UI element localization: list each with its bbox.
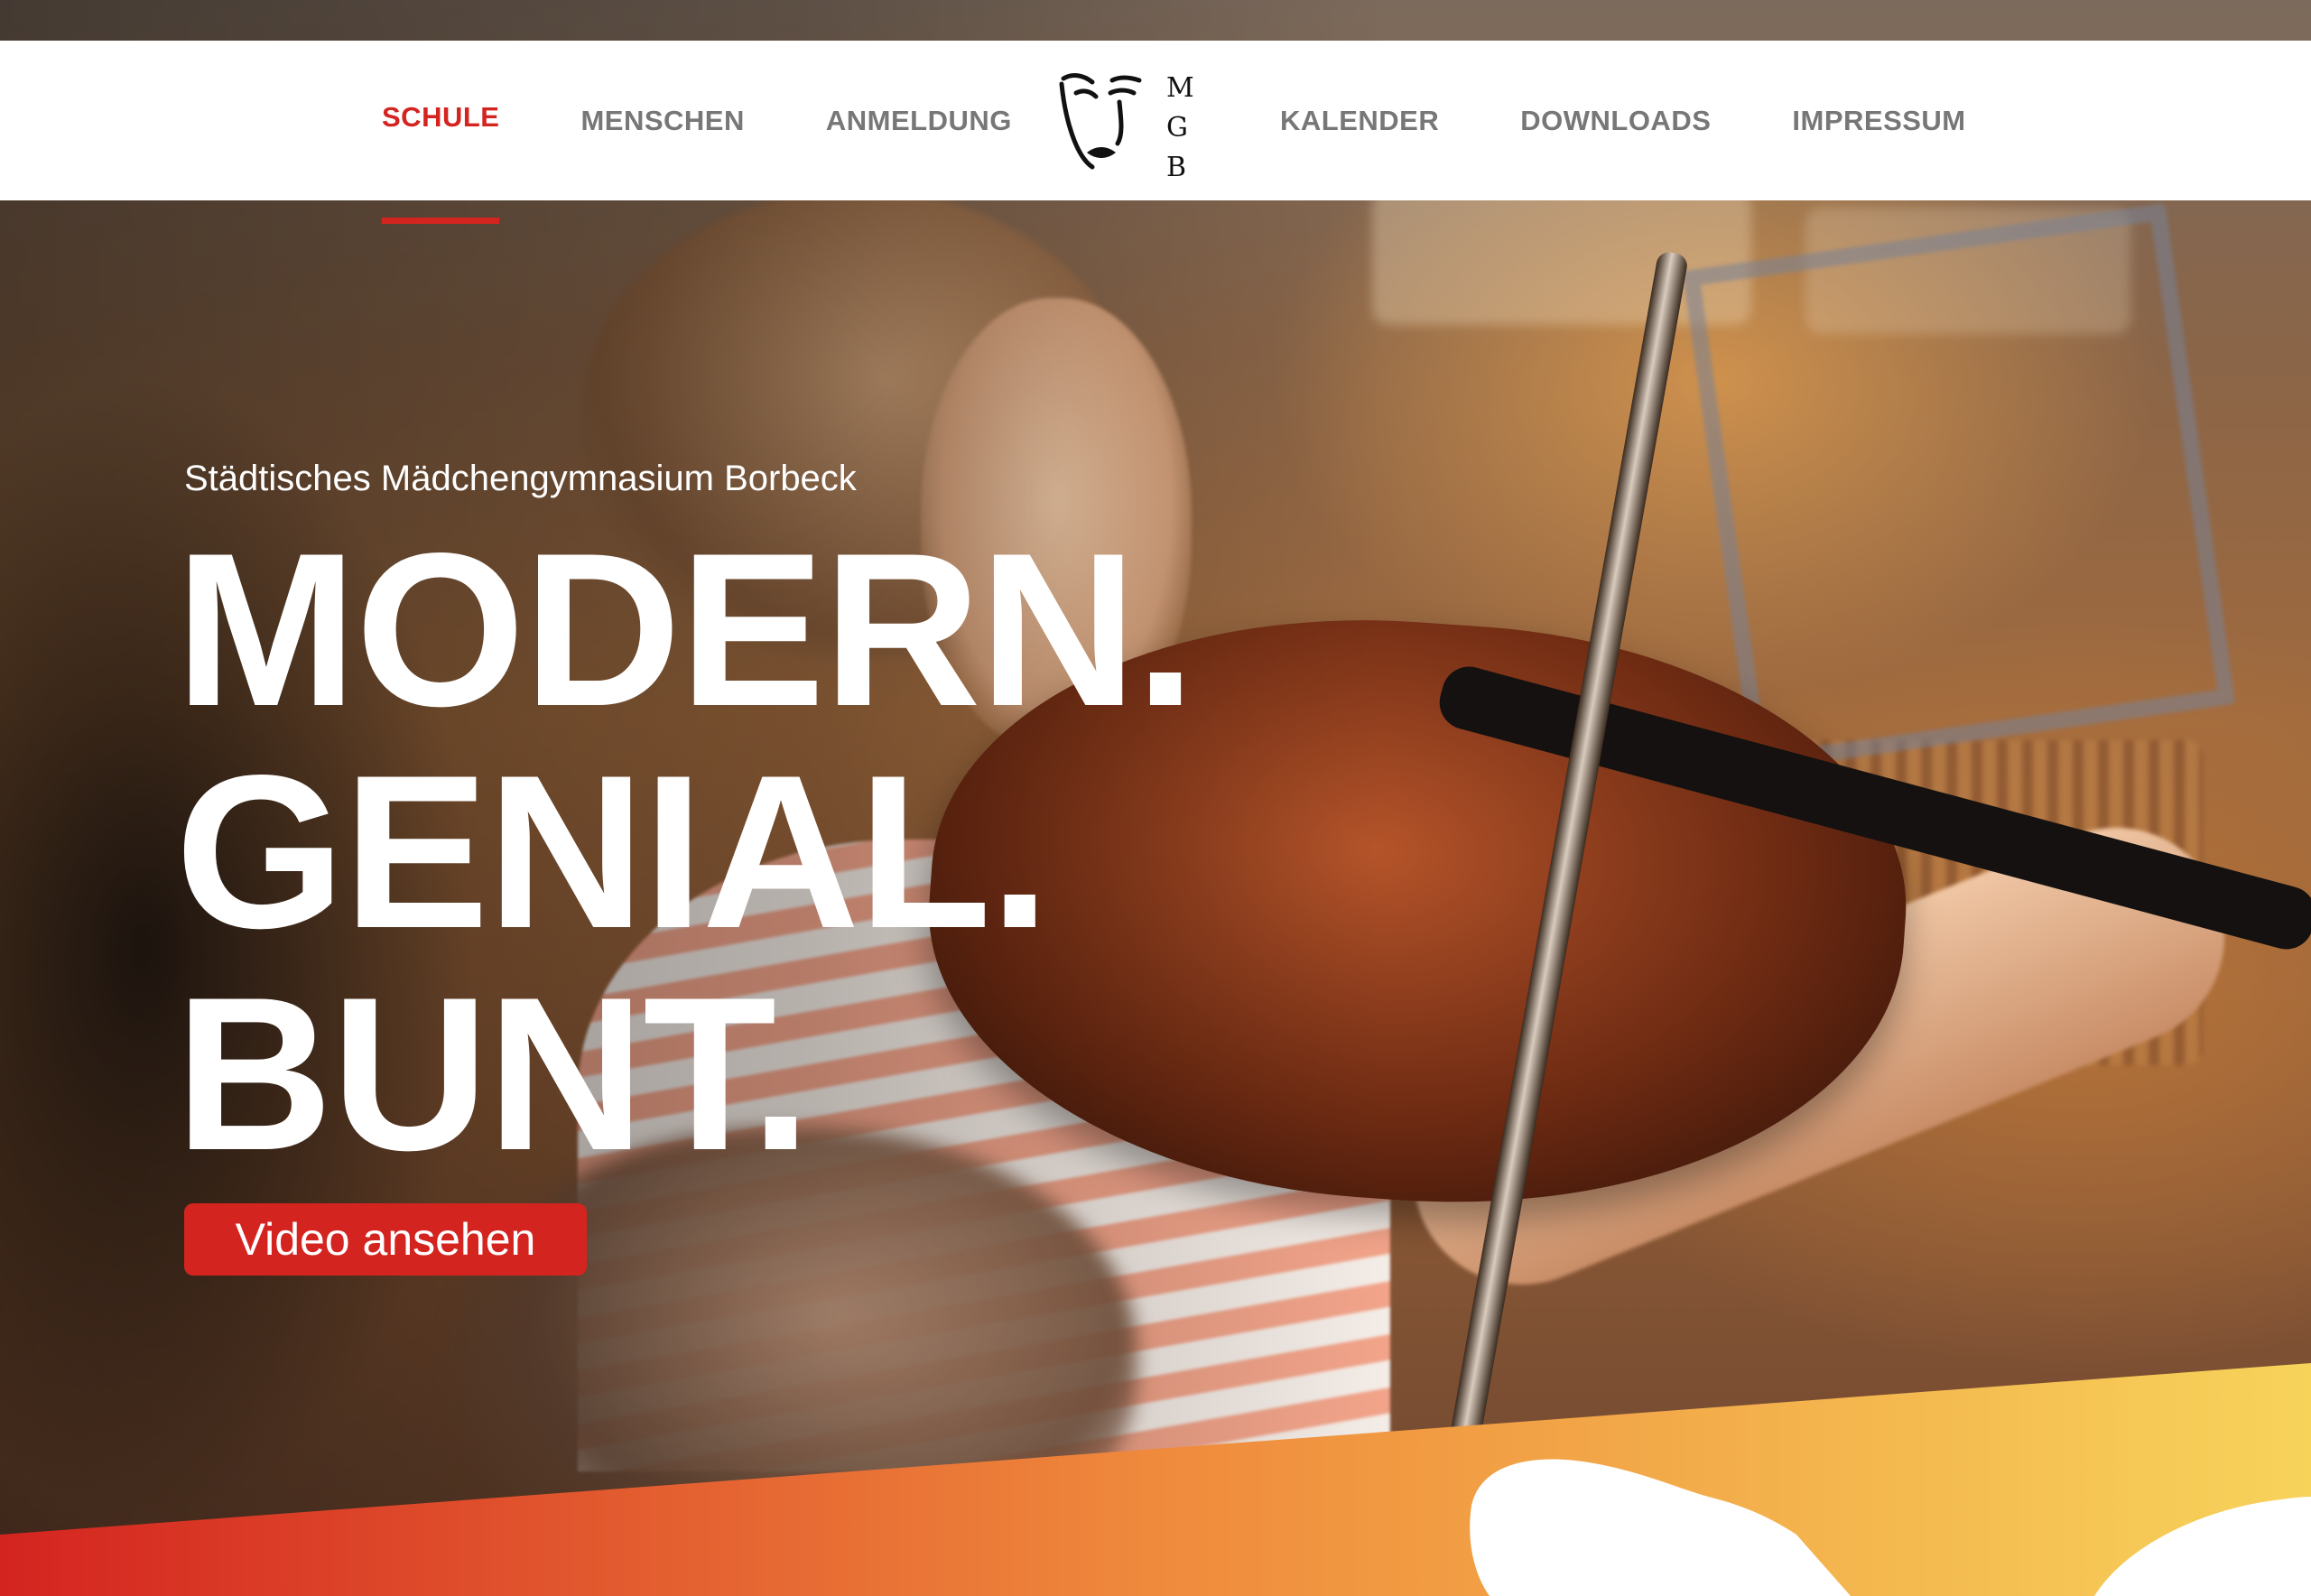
gradient-band: [0, 1363, 2311, 1596]
main-nav-left: SCHULE MENSCHEN ANMELDUNG: [382, 41, 1093, 224]
main-nav-right: KALENDER DOWNLOADS IMPRESSUM: [1280, 41, 2047, 200]
school-logo[interactable]: M G B: [1056, 66, 1201, 183]
nav-item-downloads[interactable]: DOWNLOADS: [1520, 105, 1711, 137]
site-header: SCHULE MENSCHEN ANMELDUNG M G B KALENDER…: [0, 41, 2311, 224]
hero-headline: MODERN. GENIAL. BUNT.: [175, 508, 1196, 1196]
face-logo-icon: M G B: [1059, 72, 1194, 183]
svg-text:G: G: [1166, 112, 1188, 144]
school-name-subtitle: Städtisches Mädchengymnasium Borbeck: [184, 459, 857, 498]
headline-line-3: BUNT.: [175, 952, 812, 1196]
headline-line-1: MODERN.: [175, 508, 1196, 752]
nav-link-menschen[interactable]: MENSCHEN: [580, 105, 744, 137]
nav-item-kalender[interactable]: KALENDER: [1280, 105, 1439, 137]
nav-item-impressum[interactable]: IMPRESSUM: [1792, 105, 1965, 137]
svg-text:M: M: [1166, 72, 1194, 104]
headline-line-2: GENIAL.: [175, 730, 1050, 974]
nav-item-anmeldung[interactable]: ANMELDUNG: [826, 105, 1012, 137]
nav-link-downloads[interactable]: DOWNLOADS: [1520, 105, 1711, 137]
nav-item-menschen[interactable]: MENSCHEN: [580, 105, 744, 137]
nav-link-impressum[interactable]: IMPRESSUM: [1792, 105, 1965, 137]
nav-link-schule[interactable]: SCHULE: [382, 101, 499, 134]
svg-text:B: B: [1166, 152, 1186, 179]
bottom-gradient-wave: [0, 1363, 2311, 1596]
nav-link-anmeldung[interactable]: ANMELDUNG: [826, 105, 1012, 137]
nav-link-kalender[interactable]: KALENDER: [1280, 105, 1439, 137]
watch-video-button[interactable]: Video ansehen: [184, 1203, 587, 1276]
nav-item-schule[interactable]: SCHULE: [382, 101, 500, 224]
